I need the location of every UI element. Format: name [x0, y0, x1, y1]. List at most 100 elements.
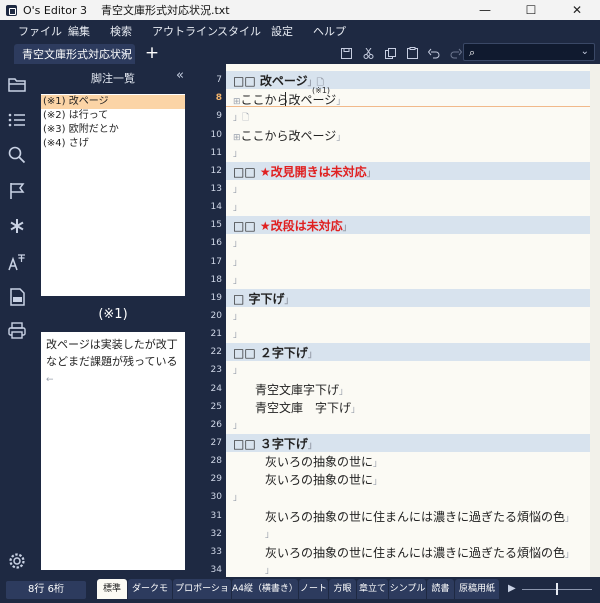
style-tab-simple[interactable]: シンプル: [389, 579, 426, 599]
menu-edit[interactable]: 編集: [68, 23, 90, 39]
menu-file[interactable]: ファイル: [18, 23, 62, 39]
activity-rail: [0, 64, 34, 577]
list-icon[interactable]: [6, 109, 28, 131]
add-tab-button[interactable]: +: [144, 43, 160, 63]
search-icon[interactable]: [6, 144, 28, 166]
editor-line: □□ ★改見開きは未対応」: [233, 163, 376, 180]
app-logo-icon: [6, 4, 17, 16]
line-number: 15: [210, 220, 222, 230]
folder-icon[interactable]: [6, 73, 28, 95]
line-text: □□ ２字下げ: [233, 346, 308, 360]
editor-pane[interactable]: 7 8 9 10 11 12 13 14 15 16 17 18 19 20 2…: [192, 64, 600, 577]
search-input[interactable]: ⌕ ⌄: [463, 43, 595, 61]
collapse-panel-icon[interactable]: «: [176, 68, 184, 83]
style-tab-dark[interactable]: ダークモード: [128, 579, 172, 599]
editor-line: 」: [265, 526, 274, 540]
close-button[interactable]: ✕: [554, 0, 600, 20]
copy-icon[interactable]: [379, 45, 401, 61]
line-end-mark: 」: [233, 276, 243, 286]
menu-outline[interactable]: アウトライン: [152, 23, 218, 39]
editor-line: 灰いろの抽象の世に」: [265, 453, 382, 470]
menu-style[interactable]: スタイル: [217, 23, 261, 39]
line-text: □□ ３字下げ: [233, 437, 308, 451]
ruby-icon[interactable]: [6, 251, 28, 273]
line-number: 12: [210, 166, 222, 176]
line-text: ここから改ページ: [240, 129, 337, 143]
footnote-list: (※1) 改ページ (※2) は行って (※3) 欧附だとか (※4) さげ: [41, 94, 185, 296]
line-text: 青空文庫 字下げ: [255, 401, 352, 415]
minimize-button[interactable]: —: [462, 0, 508, 20]
footnote-detail[interactable]: 改ページは実装したが改丁などまだ課題が残っている ←: [41, 332, 185, 570]
editor-line: 青空文庫 字下げ」: [255, 399, 360, 416]
print-icon[interactable]: [6, 319, 28, 341]
style-tab-manuscript[interactable]: 原稿用紙: [455, 579, 499, 599]
style-tab-a4[interactable]: A4縦（横書き）: [232, 579, 298, 599]
line-end-mark: 」: [233, 421, 243, 431]
line-text: □□ 改ページ: [233, 74, 308, 88]
page-icon: 🗋: [242, 113, 250, 123]
editor-line: 青空文庫字下げ」: [255, 381, 348, 398]
unsupported-note: ★改段は未対応: [259, 219, 343, 233]
line-end-mark: 」: [366, 169, 376, 179]
line-end-mark: 」: [233, 330, 243, 340]
more-styles-arrow-icon[interactable]: ▶: [508, 583, 516, 594]
line-end-mark: 」: [233, 113, 243, 123]
editor-scrollbar[interactable]: [590, 64, 600, 577]
chevron-down-icon[interactable]: ⌄: [581, 46, 589, 57]
footnote-panel: 脚注一覧 « (※1) 改ページ (※2) は行って (※3) 欧附だとか (※…: [34, 64, 192, 577]
editor-line: 」: [233, 489, 242, 503]
asterisk-icon[interactable]: [6, 215, 28, 237]
line-text: □□: [233, 219, 260, 233]
style-tab-proportional[interactable]: プロポーショナル: [173, 579, 231, 599]
line-text: 灰いろの抽象の世に: [265, 473, 374, 487]
line-number: 20: [210, 311, 222, 321]
tab-document[interactable]: 青空文庫形式対応状況 ×: [14, 44, 135, 64]
line-number: 27: [210, 438, 222, 448]
line-end-mark: 」: [336, 133, 346, 143]
save-icon[interactable]: [335, 45, 357, 61]
tab-close-icon[interactable]: ×: [120, 47, 129, 60]
style-tab-standard[interactable]: 標準: [97, 579, 127, 599]
flag-icon[interactable]: [6, 180, 28, 202]
editor-line: 灰いろの抽象の世に住まんには濃きに過ぎたる煩悩の色」: [265, 508, 574, 525]
line-number: 10: [210, 130, 222, 140]
style-tab-chapter[interactable]: 章立て: [357, 579, 388, 599]
line-number: 9: [216, 111, 222, 121]
tab-label: 青空文庫形式対応状況: [22, 48, 132, 61]
zoom-slider-handle[interactable]: [556, 583, 558, 595]
footnote-item[interactable]: (※3) 欧附だとか: [41, 123, 185, 137]
line-end-mark: 」: [342, 223, 352, 233]
line-number: 34: [210, 565, 222, 575]
style-tab-note[interactable]: ノート: [299, 579, 328, 599]
line-number: 18: [210, 275, 222, 285]
editor-line: □□ 改ページ」🗋: [233, 72, 324, 91]
paste-icon[interactable]: [401, 45, 423, 61]
editor-line: 」: [233, 254, 242, 268]
footnote-item[interactable]: (※1) 改ページ: [41, 95, 185, 109]
footnote-item[interactable]: (※4) さげ: [41, 137, 185, 151]
editor-line: 」🗋: [233, 109, 249, 126]
undo-icon[interactable]: [423, 45, 445, 61]
menu-search[interactable]: 検索: [110, 23, 132, 39]
menu-help[interactable]: ヘルプ: [313, 23, 346, 39]
style-tab-grid[interactable]: 方眼: [329, 579, 356, 599]
line-number: 28: [210, 456, 222, 466]
style-tab-reading[interactable]: 読書: [427, 579, 454, 599]
pdf-icon[interactable]: [6, 286, 28, 308]
editor-line: 」: [233, 181, 242, 195]
window-file-name: 青空文庫形式対応状況.txt: [100, 4, 230, 17]
unsupported-note: ★改見開きは未対応: [259, 165, 367, 179]
maximize-button[interactable]: ☐: [508, 0, 554, 20]
line-text: 灰いろの抽象の世に住まんには濃きに過ぎたる煩悩の色: [265, 510, 566, 524]
line-end-mark: 」: [373, 477, 383, 487]
menu-settings[interactable]: 設定: [271, 23, 293, 39]
cut-icon[interactable]: [357, 45, 379, 61]
pagebreak-icon: ⊞: [233, 133, 241, 143]
settings-icon[interactable]: [6, 550, 28, 572]
line-end-mark: 」: [339, 387, 349, 397]
editor-line: 」: [233, 199, 242, 213]
editor-line: 」: [233, 272, 242, 286]
line-number: 33: [210, 547, 222, 557]
footnote-item[interactable]: (※2) は行って: [41, 109, 185, 123]
line-end-mark: 」: [265, 566, 275, 576]
